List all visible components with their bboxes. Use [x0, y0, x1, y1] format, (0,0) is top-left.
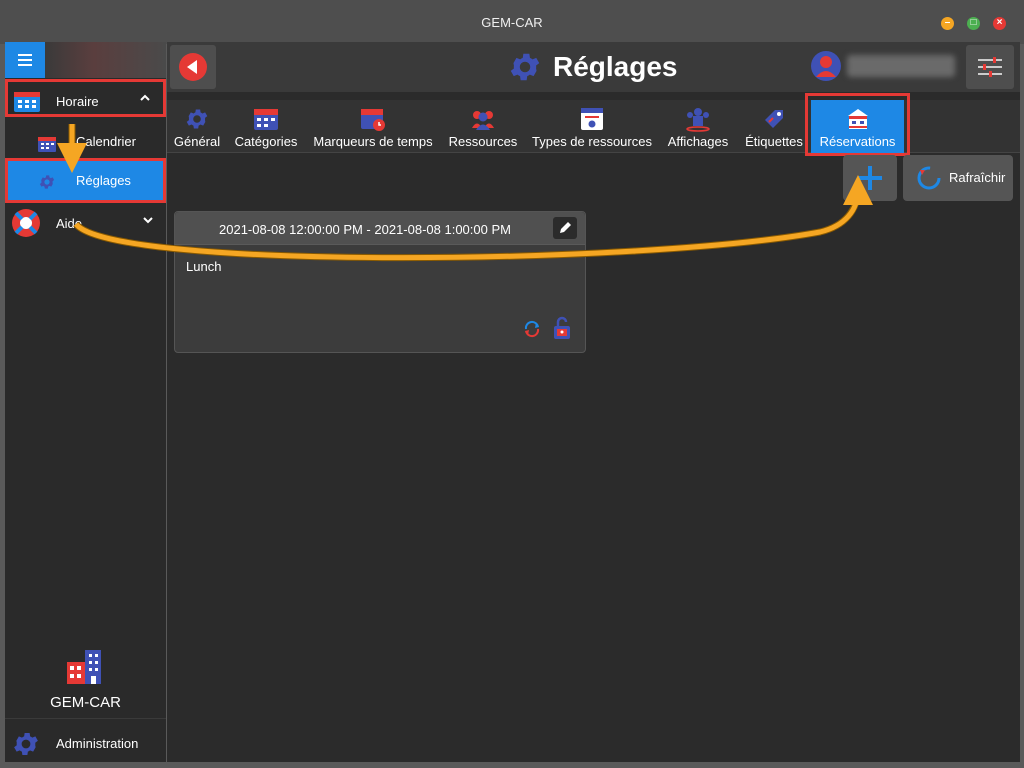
- calendar-clock-icon: [361, 109, 385, 131]
- lock-open-icon[interactable]: [552, 316, 572, 340]
- sidebar-item-horaire[interactable]: Horaire: [5, 79, 166, 117]
- lifebuoy-icon: [12, 209, 40, 237]
- minimize-icon: –: [944, 17, 951, 28]
- group-icon: [686, 108, 710, 132]
- tab-label: Catégories: [234, 134, 298, 149]
- calendar-grid-icon: [254, 109, 278, 130]
- tab-categories[interactable]: Catégories: [231, 100, 301, 153]
- tab-highlight-frame: [805, 93, 910, 156]
- window-title: GEM-CAR: [481, 15, 543, 30]
- reservation-card: 2021-08-08 12:00:00 PM - 2021-08-08 1:00…: [174, 211, 586, 353]
- id-card-icon: [581, 108, 603, 130]
- sidebar-item-reglages[interactable]: Réglages: [5, 158, 166, 203]
- page-header: Réglages: [167, 42, 1020, 92]
- user-name-blurred: [847, 55, 955, 77]
- back-button[interactable]: [170, 45, 216, 89]
- app-window: GEM-CAR – □ × Horaire Calendrier Réglage…: [0, 0, 1024, 768]
- gear-icon: [14, 733, 38, 755]
- title-bar: GEM-CAR – □ ×: [0, 0, 1024, 44]
- sidebar-item-label: Aide: [56, 216, 83, 231]
- tab-label: Marqueurs de temps: [313, 134, 433, 149]
- gear-icon: [39, 175, 55, 189]
- add-button[interactable]: [843, 155, 897, 201]
- page-title: Réglages: [553, 51, 678, 82]
- chevron-down-icon: [142, 214, 154, 229]
- tab-general[interactable]: Général: [171, 100, 223, 153]
- tab-label: Étiquettes: [745, 134, 803, 149]
- tab-types-de-ressources[interactable]: Types de ressources: [531, 100, 653, 153]
- user-avatar-icon[interactable]: [811, 51, 841, 81]
- brand-name: GEM-CAR: [50, 694, 121, 711]
- back-arrow-icon: [179, 53, 207, 81]
- refresh-icon: [917, 166, 941, 190]
- close-icon: ×: [996, 17, 1003, 28]
- sidebar-item-aide[interactable]: Aide: [5, 204, 166, 242]
- minimize-button[interactable]: –: [941, 17, 954, 30]
- sliders-icon: [978, 57, 1002, 77]
- tab-label: Ressources: [448, 134, 518, 149]
- close-button[interactable]: ×: [993, 17, 1006, 30]
- refresh-label: Rafraîchir: [949, 170, 1006, 185]
- tab-affichages[interactable]: Affichages: [663, 100, 733, 153]
- edit-button[interactable]: [553, 217, 577, 239]
- sidebar-user-banner: [45, 42, 166, 78]
- sidebar: Horaire Calendrier Réglages Aide GEM-CAR…: [5, 42, 166, 762]
- gem-car-logo: [67, 650, 101, 684]
- people-icon: [472, 111, 494, 130]
- main-content: Réglages Général Catégories Marqueurs de…: [167, 42, 1020, 762]
- reservation-description: Lunch: [186, 259, 222, 274]
- tab-label: Affichages: [667, 134, 729, 149]
- chevron-up-icon: [139, 92, 151, 107]
- calendar-grid-icon: [14, 92, 40, 112]
- tag-icon: [765, 110, 783, 128]
- menu-toggle-button[interactable]: [5, 42, 45, 78]
- sidebar-item-calendrier[interactable]: Calendrier: [5, 124, 166, 160]
- gear-icon: [186, 109, 208, 129]
- sidebar-item-label: Réglages: [76, 173, 131, 188]
- tab-ressources[interactable]: Ressources: [445, 100, 521, 153]
- sidebar-item-label: Calendrier: [76, 134, 136, 149]
- refresh-button[interactable]: Rafraîchir: [903, 155, 1013, 201]
- tab-marqueurs-de-temps[interactable]: Marqueurs de temps: [311, 100, 435, 153]
- reservation-card-header: 2021-08-08 12:00:00 PM - 2021-08-08 1:00…: [175, 212, 585, 245]
- tab-label: Général: [173, 134, 221, 149]
- reservation-time-range: 2021-08-08 12:00:00 PM - 2021-08-08 1:00…: [219, 222, 511, 237]
- sidebar-item-label: Horaire: [56, 94, 99, 109]
- recurrence-icon[interactable]: [522, 319, 542, 339]
- pencil-icon: [560, 222, 571, 233]
- maximize-button[interactable]: □: [967, 17, 980, 30]
- tab-label: Types de ressources: [532, 134, 652, 149]
- maximize-icon: □: [970, 17, 977, 28]
- tab-etiquettes[interactable]: Étiquettes: [743, 100, 805, 153]
- sidebar-item-administration[interactable]: Administration: [5, 718, 166, 762]
- sidebar-item-label: Administration: [56, 736, 139, 751]
- gear-icon: [510, 53, 540, 81]
- calendar-icon: [38, 137, 56, 152]
- filter-settings-button[interactable]: [966, 45, 1014, 89]
